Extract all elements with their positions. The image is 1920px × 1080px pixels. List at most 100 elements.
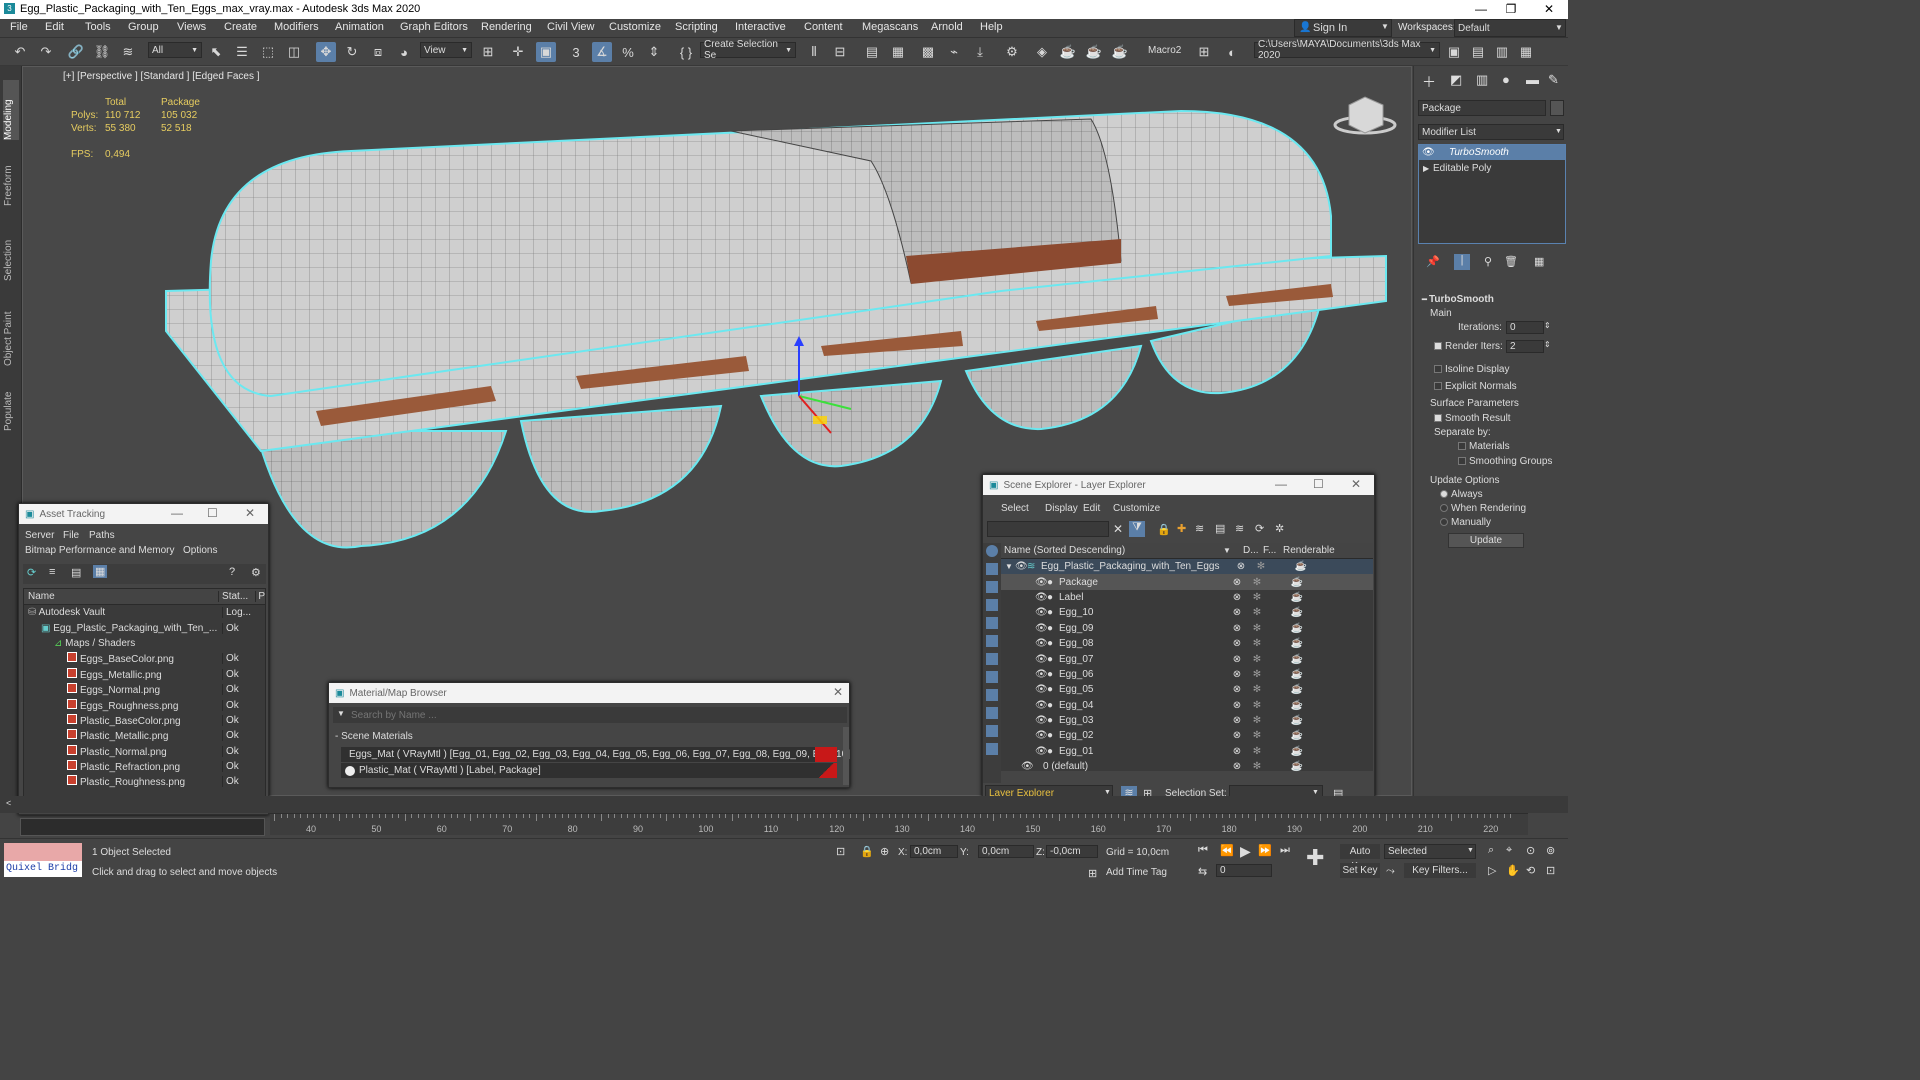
- asset-row[interactable]: ⊿ Maps / Shaders: [24, 636, 265, 651]
- tab-populate[interactable]: Populate: [3, 386, 19, 431]
- timeline-track[interactable]: 40 50 60 70 80 90 100 110 120 130 140 150 160 170 180 1…: [270, 813, 1528, 835]
- asset-row[interactable]: Plastic_Normal.png Ok: [24, 744, 265, 759]
- macro-grid-icon[interactable]: ⊞: [1194, 42, 1214, 62]
- eye-icon[interactable]: 👁: [1021, 761, 1043, 772]
- asset-row[interactable]: ▣ Egg_Plastic_Packaging_with_Ten_... Ok: [24, 620, 265, 635]
- display-bones-icon[interactable]: [986, 689, 998, 701]
- list-view-icon[interactable]: ≡: [49, 566, 55, 578]
- teapot-icon[interactable]: ☕: [1267, 684, 1327, 695]
- create-layer-icon[interactable]: ✚: [1177, 522, 1186, 535]
- teapot-icon[interactable]: ☕: [1267, 700, 1327, 711]
- close-icon[interactable]: ✕: [1534, 0, 1564, 19]
- zoom-icon[interactable]: ⌕: [1488, 844, 1494, 857]
- freeze-icon[interactable]: ⊗: [1227, 638, 1247, 649]
- rollout-turbosmooth[interactable]: ━ TurboSmooth: [1422, 294, 1494, 305]
- menu-group[interactable]: Group: [128, 21, 159, 33]
- freeze-icon[interactable]: ⊗: [1227, 623, 1247, 634]
- se-col-renderable[interactable]: Renderable: [1283, 545, 1335, 556]
- absolute-mode-icon[interactable]: ⊕: [880, 845, 889, 858]
- menu-customize[interactable]: Customize: [609, 21, 661, 33]
- freeze-icon[interactable]: ⊗: [1227, 669, 1247, 680]
- time-slider[interactable]: <: [0, 796, 1568, 813]
- se-object-row[interactable]: 👁 ● Egg_05 ⊗ ✻ ☕: [1001, 682, 1373, 697]
- snowflake-icon[interactable]: ✻: [1247, 761, 1267, 772]
- display-xrefs-icon[interactable]: [986, 671, 998, 683]
- workspace-dropdown[interactable]: Default ▼: [1454, 19, 1566, 37]
- angle-snap-icon[interactable]: ∡: [592, 42, 612, 62]
- stack-item-editable-poly[interactable]: ▶ Editable Poly: [1419, 160, 1565, 175]
- material-item-eggs[interactable]: Eggs_Mat ( VRayMtl ) [Egg_01, Egg_02, Eg…: [341, 747, 850, 762]
- select-layer-icon[interactable]: ▤: [1215, 522, 1225, 535]
- key-filter-icon[interactable]: ⤳: [1386, 865, 1395, 878]
- snowflake-icon[interactable]: ✻: [1247, 592, 1267, 603]
- x-coordinate-field[interactable]: 0,0cm: [910, 845, 958, 858]
- refresh-icon[interactable]: ⟳: [27, 566, 36, 579]
- eye-icon[interactable]: 👁: [1035, 638, 1048, 649]
- se-root-layer[interactable]: ▼ 👁 ≋ Egg_Plastic_Packaging_with_Ten_Egg…: [1001, 559, 1373, 575]
- col-status[interactable]: Stat...: [218, 591, 255, 602]
- field-of-view-icon[interactable]: ▷: [1488, 864, 1496, 877]
- snowflake-icon[interactable]: ✻: [1247, 684, 1267, 695]
- update-button[interactable]: Update: [1448, 533, 1524, 548]
- minimize-icon[interactable]: —: [1466, 0, 1496, 19]
- eye-icon[interactable]: 👁: [1015, 561, 1028, 572]
- add-time-tag[interactable]: Add Time Tag: [1106, 867, 1167, 878]
- se-object-row[interactable]: 👁 ● Egg_09 ⊗ ✻ ☕: [1001, 621, 1373, 636]
- project-new-icon[interactable]: ▤: [1468, 42, 1488, 62]
- select-scale-icon[interactable]: ⧈: [368, 42, 388, 62]
- hierarchy-tab-icon[interactable]: ▥: [1476, 72, 1488, 88]
- place-icon[interactable]: ◕: [394, 42, 414, 62]
- asset-menu-options[interactable]: Options: [183, 545, 217, 556]
- scene-materials-header[interactable]: - Scene Materials: [335, 731, 413, 742]
- freeze-icon[interactable]: ⊗: [1227, 684, 1247, 695]
- asset-row[interactable]: Plastic_Roughness.png Ok: [24, 774, 265, 789]
- se-object-row[interactable]: 👁 ● Egg_07 ⊗ ✻ ☕: [1001, 651, 1373, 666]
- quixel-bridge-button[interactable]: Quixel Bridg: [4, 861, 82, 877]
- maxscript-mini-listener[interactable]: [4, 843, 82, 861]
- se-object-row[interactable]: 👁 ● Label ⊗ ✻ ☕: [1001, 590, 1373, 605]
- configure-sets-icon[interactable]: ▦: [1534, 255, 1544, 268]
- teapot-icon[interactable]: ☕: [1267, 654, 1327, 665]
- snowflake-icon[interactable]: ✻: [1247, 669, 1267, 680]
- zoom-all-icon[interactable]: ⌖: [1506, 844, 1512, 857]
- menu-views[interactable]: Views: [177, 21, 206, 33]
- teapot-icon[interactable]: ☕: [1271, 561, 1331, 572]
- smoothing-groups-checkbox[interactable]: Smoothing Groups: [1458, 456, 1552, 467]
- menu-file[interactable]: File: [10, 21, 28, 33]
- pan-icon[interactable]: ✋: [1506, 864, 1520, 877]
- goto-end-icon[interactable]: ⏭: [1280, 844, 1290, 857]
- se-object-row[interactable]: 👁 ● Egg_08 ⊗ ✻ ☕: [1001, 636, 1373, 651]
- asset-menu-bitmap[interactable]: Bitmap Performance and Memory: [25, 545, 175, 556]
- pin-stack-icon[interactable]: 📌: [1426, 255, 1440, 268]
- selection-lock-icon[interactable]: 🔒: [860, 845, 874, 858]
- macro-label[interactable]: Macro2: [1148, 45, 1181, 56]
- asset-tracking-titlebar[interactable]: ▣ Asset Tracking — ☐ ✕: [19, 504, 268, 524]
- scene-explorer-titlebar[interactable]: ▣ Scene Explorer - Layer Explorer — ☐ ✕: [983, 475, 1374, 495]
- layer-manager-icon[interactable]: ▤: [862, 42, 882, 62]
- display-geometry-icon[interactable]: [986, 545, 998, 557]
- percent-snap-icon[interactable]: %: [618, 42, 638, 62]
- col-name[interactable]: Name: [24, 591, 218, 602]
- expand-icon[interactable]: ▼: [1001, 562, 1015, 571]
- menu-rendering[interactable]: Rendering: [481, 21, 532, 33]
- undo-icon[interactable]: ↶: [10, 42, 30, 62]
- menu-animation[interactable]: Animation: [335, 21, 384, 33]
- display-groups-icon[interactable]: [986, 653, 998, 665]
- col-p[interactable]: P: [255, 591, 265, 602]
- chevron-down-icon[interactable]: ▼: [337, 709, 345, 718]
- mirror-icon[interactable]: ⫴: [804, 42, 824, 62]
- display-tab-icon[interactable]: ▬: [1526, 72, 1539, 87]
- orbit-icon[interactable]: ⟲: [1526, 864, 1535, 877]
- menu-scripting[interactable]: Scripting: [675, 21, 718, 33]
- close-icon[interactable]: ✕: [1351, 477, 1361, 491]
- display-spacewarps-icon[interactable]: [986, 635, 998, 647]
- material-scrollbar[interactable]: [843, 727, 849, 785]
- display-hidden-icon[interactable]: [986, 743, 998, 755]
- sync-selection-icon[interactable]: ⟳: [1255, 522, 1264, 535]
- object-color-swatch[interactable]: [1550, 100, 1564, 116]
- next-frame-icon[interactable]: ⏩: [1258, 844, 1272, 857]
- freeze-icon[interactable]: ⊗: [1227, 607, 1247, 618]
- teapot-icon[interactable]: ☕: [1267, 746, 1327, 757]
- spinner-snap-icon[interactable]: ⇕: [644, 42, 664, 62]
- smooth-result-checkbox[interactable]: Smooth Result: [1434, 413, 1511, 424]
